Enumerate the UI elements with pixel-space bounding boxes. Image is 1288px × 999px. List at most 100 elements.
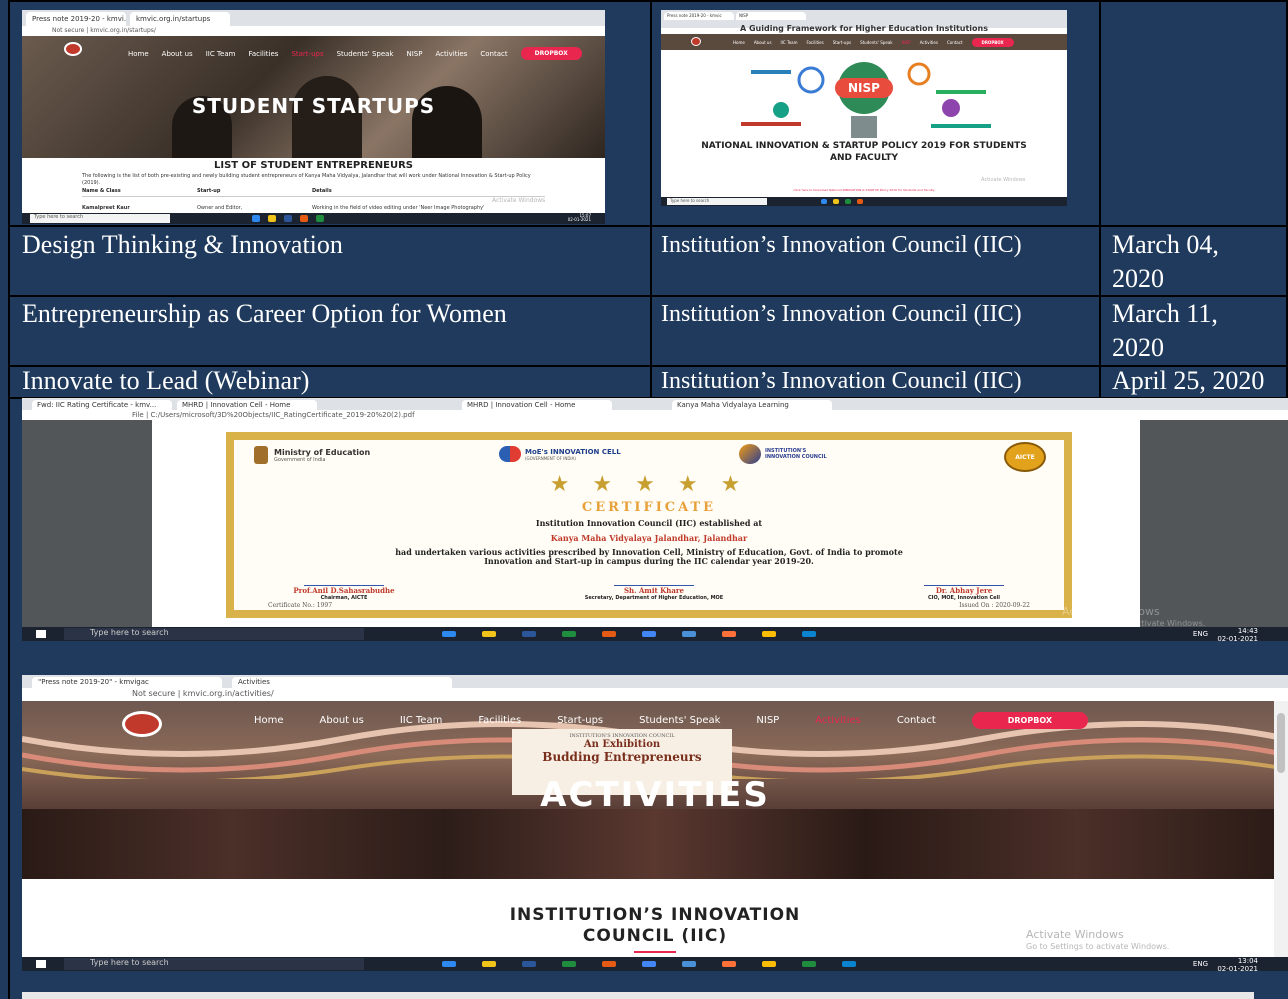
nav-startups[interactable]: Start-ups <box>557 715 603 726</box>
taskbar-app-icon[interactable] <box>833 199 839 204</box>
nav-startups[interactable]: Start-ups <box>291 50 323 58</box>
nav-home[interactable]: Home <box>128 50 149 58</box>
certificate-number: Certificate No.: 1997 <box>268 602 333 609</box>
nisp-title-line2: AND FACULTY <box>830 153 898 163</box>
windows-start-icon[interactable] <box>36 960 46 968</box>
taskbar-app-icon[interactable] <box>845 199 851 204</box>
nav-facilities[interactable]: Facilities <box>478 715 521 726</box>
taskbar-app-icon[interactable] <box>268 215 276 222</box>
nav-nisp[interactable]: NISP <box>756 715 779 726</box>
pdf-page: Ministry of Education Government of Indi… <box>152 420 1140 628</box>
address-bar[interactable]: File | C:/Users/microsoft/3D%20Objects/I… <box>22 410 1288 420</box>
nisp-logo: NISP <box>835 78 893 98</box>
taskbar-app-icon[interactable] <box>562 961 576 967</box>
signatory-name: Prof.Anil D.Sahasrabudhe <box>293 586 395 595</box>
address-bar[interactable]: Not secure | kmvic.org.in/activities/ <box>22 688 1288 701</box>
nisp-download-link[interactable]: Click here to Download National INNOVATI… <box>701 188 1027 192</box>
nav-nisp[interactable]: NISP <box>902 40 911 45</box>
nav-facilities[interactable]: Facilities <box>807 40 824 45</box>
nav-nisp[interactable]: NISP <box>406 50 422 58</box>
nav-students-speak[interactable]: Students' Speak <box>337 50 394 58</box>
windows-taskbar: Type here to search <box>661 197 1067 206</box>
taskbar-app-icon[interactable] <box>442 961 456 967</box>
taskbar-app-icon[interactable] <box>642 961 656 967</box>
taskbar-app-icon[interactable] <box>602 961 616 967</box>
nav-students-speak[interactable]: Students' Speak <box>860 40 893 45</box>
taskbar-app-icon[interactable] <box>252 215 260 222</box>
nav-activities[interactable]: Activities <box>920 40 938 45</box>
event-date-1: March 04, 2020 <box>1112 230 1219 293</box>
taskbar-app-icon[interactable] <box>442 631 456 637</box>
scrollbar-thumb[interactable] <box>1277 713 1285 773</box>
banner-line2: Budding Entrepreneurs <box>542 750 702 764</box>
activities-hero-title: ACTIVITIES <box>540 775 770 815</box>
nav-iic-team[interactable]: IIC Team <box>400 715 443 726</box>
nav-iic-team[interactable]: IIC Team <box>206 50 236 58</box>
taskbar-clock: 13:04 02-01-2021 <box>1217 957 1258 971</box>
taskbar-app-icon[interactable] <box>522 961 536 967</box>
taskbar-app-icon[interactable] <box>482 631 496 637</box>
browser-tab: kmvic.org.in/startups <box>130 12 230 26</box>
nav-activities[interactable]: Activities <box>815 715 861 726</box>
activities-hero: Home About us IIC Team Facilities Start-… <box>22 701 1288 879</box>
taskbar-app-icon[interactable] <box>802 631 816 637</box>
nav-home[interactable]: Home <box>254 715 284 726</box>
nav-about[interactable]: About us <box>320 715 364 726</box>
taskbar-app-icon[interactable] <box>602 631 616 637</box>
dropbox-button[interactable]: DROPBOX <box>971 712 1088 729</box>
nav-startups[interactable]: Start-ups <box>833 40 851 45</box>
scrollbar[interactable] <box>1274 701 1288 957</box>
taskbar-search[interactable]: Type here to search <box>64 628 364 640</box>
taskbar-app-icon[interactable] <box>682 961 696 967</box>
taskbar-app-icon[interactable] <box>562 631 576 637</box>
ministry-logo: Ministry of Education Government of Indi… <box>254 446 370 464</box>
taskbar-search[interactable]: Type here to search <box>667 198 767 205</box>
taskbar-app-icon[interactable] <box>300 215 308 222</box>
taskbar-app-icon[interactable] <box>722 631 736 637</box>
nav-about[interactable]: About us <box>162 50 193 58</box>
nav-about[interactable]: About us <box>754 40 772 45</box>
nav-contact[interactable]: Contact <box>947 40 963 45</box>
signatory-2: Sh. Amit Khare Secretary, Department of … <box>554 576 754 601</box>
site-nav: Home About us IIC Team Facilities Start-… <box>254 712 1088 729</box>
clock-date: 02-01-2021 <box>567 217 591 222</box>
banner-line1: An Exhibition <box>583 739 661 750</box>
dropbox-button[interactable]: DROPBOX <box>971 38 1014 47</box>
nav-contact[interactable]: Contact <box>480 50 507 58</box>
taskbar-app-icon[interactable] <box>842 961 856 967</box>
taskbar-app-icon[interactable] <box>857 199 863 204</box>
certificate-line1: Institution Innovation Council (IIC) est… <box>535 518 763 528</box>
nav-iic-team[interactable]: IIC Team <box>781 40 798 45</box>
nav-activities[interactable]: Activities <box>435 50 467 58</box>
dropbox-button[interactable]: DROPBOX <box>520 47 582 60</box>
signatory-1: Prof.Anil D.Sahasrabudhe Chairman, AICTE <box>264 576 424 601</box>
language-indicator[interactable]: ENG <box>1193 630 1208 638</box>
taskbar-app-icon[interactable] <box>482 961 496 967</box>
signatory-name: Sh. Amit Khare <box>623 586 685 595</box>
taskbar-app-icon[interactable] <box>762 961 776 967</box>
nav-home[interactable]: Home <box>733 40 745 45</box>
cell-name: Kamalpreet Kaur <box>82 205 130 211</box>
taskbar-app-icon[interactable] <box>316 215 324 222</box>
nisp-screenshot: Press note 2019-20 - kmvic NISP A Guidin… <box>661 10 1067 206</box>
taskbar-search[interactable]: Type here to search <box>30 214 170 223</box>
taskbar-search[interactable]: Type here to search <box>64 958 364 970</box>
taskbar-app-icon[interactable] <box>284 215 292 222</box>
windows-start-icon[interactable] <box>36 630 46 638</box>
nav-contact[interactable]: Contact <box>897 715 936 726</box>
aicte-logo: AICTE <box>1004 442 1046 472</box>
nav-students-speak[interactable]: Students' Speak <box>639 715 720 726</box>
nav-facilities[interactable]: Facilities <box>248 50 278 58</box>
event-name-3: Innovate to Lead (Webinar) <box>22 366 310 395</box>
signatory-role: Secretary, Department of Higher Educatio… <box>584 595 724 601</box>
taskbar-app-icon[interactable] <box>642 631 656 637</box>
taskbar-app-icon[interactable] <box>522 631 536 637</box>
next-screenshot-partial <box>22 992 1254 999</box>
taskbar-app-icon[interactable] <box>821 199 827 204</box>
taskbar-app-icon[interactable] <box>802 961 816 967</box>
signatory-role: Chairman, AICTE <box>320 595 368 601</box>
taskbar-app-icon[interactable] <box>682 631 696 637</box>
language-indicator[interactable]: ENG <box>1193 960 1208 968</box>
taskbar-app-icon[interactable] <box>762 631 776 637</box>
taskbar-app-icon[interactable] <box>722 961 736 967</box>
